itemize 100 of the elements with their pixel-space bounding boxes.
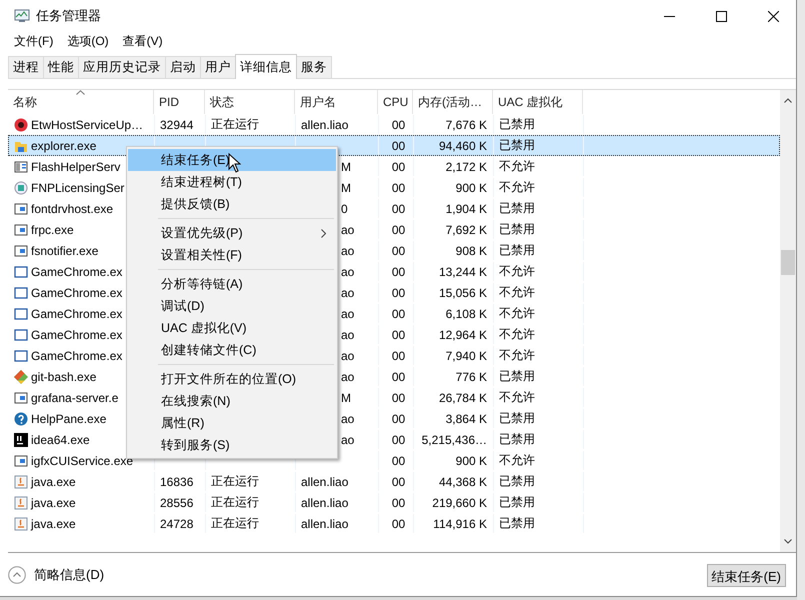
table-cell: 13,244 K: [438, 264, 487, 278]
column-title: 内存(活动…: [418, 94, 482, 110]
table-cell: 已禁用: [499, 221, 535, 238]
table-cell: ao: [341, 306, 354, 320]
tab[interactable]: 详细信息: [235, 54, 297, 79]
menu-item[interactable]: 转到服务(S): [128, 434, 336, 456]
table-cell: allen.liao: [301, 474, 348, 488]
scrollbar[interactable]: [780, 90, 796, 552]
table-cell: GameChrome.ex: [31, 306, 122, 320]
table-cell: ao: [341, 244, 354, 258]
window-icon: [14, 202, 28, 216]
table-cell: 00: [392, 222, 406, 236]
table-cell: explorer.exe: [31, 138, 96, 152]
table-cell: 00: [392, 496, 406, 510]
details-toggle-link[interactable]: 简略信息(D): [34, 566, 104, 584]
scroll-up-icon[interactable]: [784, 98, 792, 103]
menu-item[interactable]: 设置优先级(P): [128, 222, 336, 244]
column-title: PID: [159, 95, 180, 109]
table-cell: 已禁用: [499, 515, 535, 532]
table-cell: 已禁用: [499, 242, 535, 259]
menu-item[interactable]: UAC 虚拟化(V): [128, 317, 336, 339]
menu-bar-item[interactable]: 查看(V): [116, 33, 170, 50]
table-cell: HelpPane.exe: [31, 412, 106, 426]
scroll-thumb[interactable]: [781, 250, 796, 275]
table-cell: 不允许: [499, 326, 535, 343]
maximize-icon[interactable]: [716, 10, 726, 22]
sort-icon: [76, 90, 85, 95]
table-cell: 00: [392, 474, 406, 488]
menu-item[interactable]: 调试(D): [128, 295, 336, 317]
java-icon: [14, 496, 28, 510]
table-cell: 15,056 K: [438, 286, 487, 300]
table-cell: 已禁用: [499, 200, 535, 217]
table-cell: 00: [392, 348, 406, 362]
table-cell: 00: [392, 390, 406, 404]
menu-item[interactable]: 结束任务(E): [128, 149, 336, 171]
menu-item[interactable]: 结束进程树(T): [128, 171, 336, 193]
table-cell: allen.liao: [301, 496, 348, 510]
table-cell: 不允许: [499, 305, 535, 322]
table-cell: GameChrome.ex: [31, 264, 122, 278]
table-cell: 900 K: [456, 180, 487, 194]
column-header[interactable]: CPU: [378, 90, 413, 114]
table-cell: 776 K: [456, 370, 487, 384]
help-icon: [14, 412, 28, 426]
table-cell: 不允许: [499, 452, 535, 469]
menu-item[interactable]: 提供反馈(B): [128, 193, 336, 215]
table-cell: ao: [341, 222, 354, 236]
table-cell: 00: [392, 160, 406, 174]
table-cell: 7,692 K: [446, 222, 487, 236]
menu-bar-item[interactable]: 选项(O): [60, 33, 116, 50]
column-header[interactable]: 用户名: [295, 90, 378, 114]
tab[interactable]: 启动: [165, 56, 201, 78]
table-cell: 0: [341, 202, 348, 216]
table-cell: 00: [392, 412, 406, 426]
table-cell: 00: [392, 306, 406, 320]
end-task-button[interactable]: 结束任务(E): [706, 564, 786, 586]
process-row[interactable]: EtwHostServiceUp… 32944 正在运行 allen.liao 00 7,676 K 已禁用: [8, 114, 780, 135]
table-cell: 908 K: [456, 244, 487, 258]
column-header[interactable]: 内存(活动…: [413, 90, 493, 114]
table-cell: frpc.exe: [31, 222, 74, 236]
tab[interactable]: 进程: [8, 56, 44, 78]
tab[interactable]: 服务: [296, 56, 332, 78]
table-cell: 5,215,436…: [422, 432, 487, 446]
tab[interactable]: 用户: [200, 56, 236, 78]
tab[interactable]: 性能: [43, 56, 79, 78]
table-cell: ao: [341, 286, 354, 300]
collapse-icon[interactable]: [8, 566, 26, 584]
table-cell: 3,864 K: [446, 412, 487, 426]
process-row[interactable]: java.exe 24728 正在运行 allen.liao 00 114,916 K 已禁用: [8, 513, 780, 534]
tab[interactable]: 应用历史记录: [78, 56, 166, 78]
table-cell: ao: [341, 264, 354, 278]
column-title: CPU: [383, 95, 408, 109]
process-row[interactable]: java.exe 16836 正在运行 allen.liao 00 44,368 K 已禁用: [8, 471, 780, 492]
column-header[interactable]: 名称: [8, 90, 154, 114]
table-cell: 不允许: [499, 389, 535, 406]
menu-item[interactable]: 属性(R): [128, 412, 336, 434]
window-icon: [14, 348, 28, 362]
table-cell: allen.liao: [301, 118, 348, 132]
table-cell: 不允许: [499, 284, 535, 301]
table-cell: 00: [392, 118, 406, 132]
table-cell: 00: [392, 138, 406, 152]
column-header[interactable]: 状态: [205, 90, 295, 114]
menu-item[interactable]: 在线搜索(N): [128, 390, 336, 412]
table-cell: ao: [341, 370, 354, 384]
close-icon[interactable]: [768, 10, 778, 22]
table-cell: 00: [392, 286, 406, 300]
window-icon: [14, 264, 28, 278]
menu-item[interactable]: 分析等待链(A): [128, 273, 336, 295]
window-icon: [14, 390, 28, 404]
menu-item[interactable]: 创建转储文件(C): [128, 339, 336, 361]
menu-bar-item[interactable]: 文件(F): [7, 33, 60, 50]
menu-item[interactable]: 打开文件所在的位置(O): [128, 368, 336, 390]
menu-item[interactable]: 设置相关性(F): [128, 244, 336, 266]
table-cell: FlashHelperServ: [31, 160, 120, 174]
process-row[interactable]: java.exe 28556 正在运行 allen.liao 00 219,660 K 已禁用: [8, 492, 780, 513]
column-header[interactable]: UAC 虚拟化: [493, 90, 583, 114]
scroll-down-icon[interactable]: [784, 539, 792, 544]
table-cell: 12,964 K: [438, 328, 487, 342]
column-header[interactable]: PID: [154, 90, 205, 114]
table-cell: 1,904 K: [446, 202, 487, 216]
mouse-cursor-icon: [228, 153, 241, 173]
